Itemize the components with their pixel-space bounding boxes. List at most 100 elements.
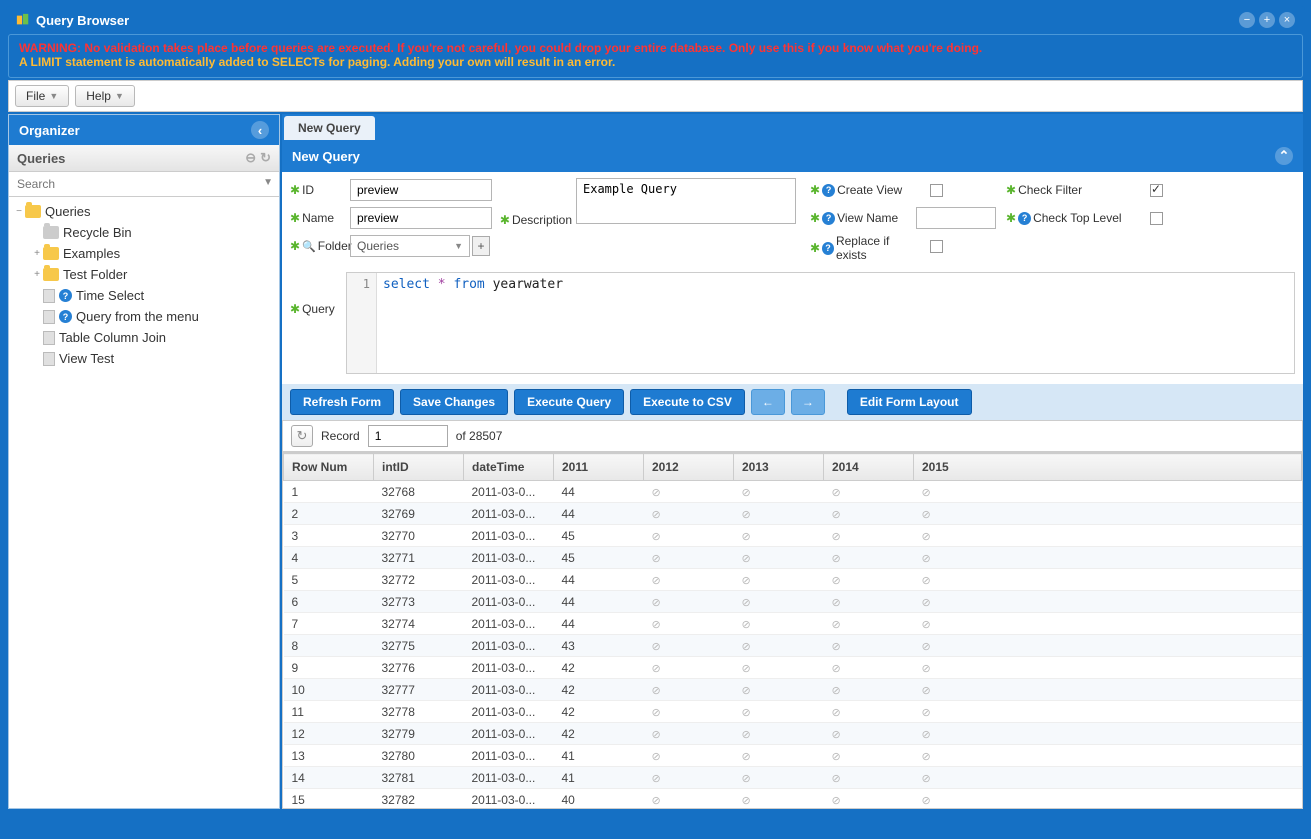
table-cell[interactable]: ⊘ xyxy=(734,613,824,635)
table-cell[interactable]: ⊘ xyxy=(824,591,914,613)
table-cell[interactable]: 44 xyxy=(554,503,644,525)
table-row[interactable]: 8327752011-03-0...43⊘⊘⊘⊘ xyxy=(284,635,1302,657)
col-2014[interactable]: 2014 xyxy=(824,454,914,481)
table-cell[interactable]: 45 xyxy=(554,525,644,547)
tree-test-folder[interactable]: + Test Folder xyxy=(9,264,279,285)
table-cell[interactable]: 32769 xyxy=(374,503,464,525)
record-input[interactable] xyxy=(368,425,448,447)
table-row[interactable]: 12327792011-03-0...42⊘⊘⊘⊘ xyxy=(284,723,1302,745)
col-2011[interactable]: 2011 xyxy=(554,454,644,481)
table-row[interactable]: 7327742011-03-0...44⊘⊘⊘⊘ xyxy=(284,613,1302,635)
table-cell[interactable]: 15 xyxy=(284,789,374,809)
table-cell[interactable]: ⊘ xyxy=(914,789,1302,809)
create-view-checkbox[interactable] xyxy=(930,184,943,197)
prev-button[interactable]: ← xyxy=(751,389,785,415)
table-cell[interactable]: ⊘ xyxy=(824,745,914,767)
table-cell[interactable]: ⊘ xyxy=(734,789,824,809)
table-cell[interactable]: 2011-03-0... xyxy=(464,701,554,723)
table-cell[interactable]: ⊘ xyxy=(914,569,1302,591)
table-cell[interactable]: ⊘ xyxy=(644,789,734,809)
table-cell[interactable]: ⊘ xyxy=(914,723,1302,745)
table-cell[interactable]: 32773 xyxy=(374,591,464,613)
table-cell[interactable]: 32780 xyxy=(374,745,464,767)
table-cell[interactable]: 32776 xyxy=(374,657,464,679)
table-cell[interactable]: ⊘ xyxy=(914,613,1302,635)
table-cell[interactable]: 42 xyxy=(554,723,644,745)
expand-icon[interactable]: + xyxy=(31,269,43,280)
table-cell[interactable]: ⊘ xyxy=(824,679,914,701)
table-cell[interactable]: ⊘ xyxy=(914,635,1302,657)
minimize-button[interactable]: − xyxy=(1239,12,1255,28)
table-cell[interactable]: 2 xyxy=(284,503,374,525)
table-cell[interactable]: 2011-03-0... xyxy=(464,635,554,657)
search-dropdown-icon[interactable]: ▼ xyxy=(257,172,279,196)
table-row[interactable]: 10327772011-03-0...42⊘⊘⊘⊘ xyxy=(284,679,1302,701)
table-cell[interactable]: ⊘ xyxy=(914,591,1302,613)
table-cell[interactable]: 14 xyxy=(284,767,374,789)
table-cell[interactable]: 2011-03-0... xyxy=(464,745,554,767)
table-cell[interactable]: ⊘ xyxy=(824,481,914,503)
table-cell[interactable]: ⊘ xyxy=(644,591,734,613)
table-cell[interactable]: 43 xyxy=(554,635,644,657)
table-row[interactable]: 1327682011-03-0...44⊘⊘⊘⊘ xyxy=(284,481,1302,503)
table-cell[interactable]: 32781 xyxy=(374,767,464,789)
refresh-form-button[interactable]: Refresh Form xyxy=(290,389,394,415)
table-cell[interactable]: 3 xyxy=(284,525,374,547)
table-cell[interactable]: 44 xyxy=(554,569,644,591)
help-icon[interactable]: ? xyxy=(1018,212,1031,225)
table-cell[interactable]: 2011-03-0... xyxy=(464,591,554,613)
table-cell[interactable]: ⊘ xyxy=(824,635,914,657)
next-button[interactable]: → xyxy=(791,389,825,415)
table-cell[interactable]: ⊘ xyxy=(644,481,734,503)
table-cell[interactable]: 9 xyxy=(284,657,374,679)
save-changes-button[interactable]: Save Changes xyxy=(400,389,508,415)
table-cell[interactable]: 13 xyxy=(284,745,374,767)
name-input[interactable] xyxy=(350,207,492,229)
table-row[interactable]: 3327702011-03-0...45⊘⊘⊘⊘ xyxy=(284,525,1302,547)
table-cell[interactable]: 10 xyxy=(284,679,374,701)
table-cell[interactable]: ⊘ xyxy=(824,547,914,569)
tree-time-select[interactable]: ? Time Select xyxy=(9,285,279,306)
code-editor[interactable]: 1 select * from yearwater xyxy=(346,272,1295,374)
col-intid[interactable]: intID xyxy=(374,454,464,481)
tree-root-queries[interactable]: − Queries xyxy=(9,201,279,222)
table-cell[interactable]: ⊘ xyxy=(824,613,914,635)
table-cell[interactable]: ⊘ xyxy=(824,723,914,745)
table-row[interactable]: 4327712011-03-0...45⊘⊘⊘⊘ xyxy=(284,547,1302,569)
table-cell[interactable]: ⊘ xyxy=(734,591,824,613)
table-cell[interactable]: 2011-03-0... xyxy=(464,657,554,679)
table-cell[interactable]: ⊘ xyxy=(734,525,824,547)
table-row[interactable]: 9327762011-03-0...42⊘⊘⊘⊘ xyxy=(284,657,1302,679)
table-cell[interactable]: ⊘ xyxy=(644,679,734,701)
table-cell[interactable]: 41 xyxy=(554,767,644,789)
table-cell[interactable]: ⊘ xyxy=(644,767,734,789)
table-cell[interactable]: 5 xyxy=(284,569,374,591)
tree-view-test[interactable]: View Test xyxy=(9,348,279,369)
table-cell[interactable]: ⊘ xyxy=(644,503,734,525)
table-cell[interactable]: 8 xyxy=(284,635,374,657)
collapse-icon[interactable]: − xyxy=(13,206,25,217)
help-menu[interactable]: Help▼ xyxy=(75,85,135,107)
collapse-section-button[interactable]: ⌃ xyxy=(1275,147,1293,165)
table-cell[interactable]: 41 xyxy=(554,745,644,767)
col-2012[interactable]: 2012 xyxy=(644,454,734,481)
table-cell[interactable]: 4 xyxy=(284,547,374,569)
table-cell[interactable]: 45 xyxy=(554,547,644,569)
tree-examples[interactable]: + Examples xyxy=(9,243,279,264)
table-cell[interactable]: ⊘ xyxy=(914,679,1302,701)
check-filter-checkbox[interactable] xyxy=(1150,184,1163,197)
table-cell[interactable]: ⊘ xyxy=(734,679,824,701)
table-cell[interactable]: ⊘ xyxy=(824,701,914,723)
execute-query-button[interactable]: Execute Query xyxy=(514,389,624,415)
table-cell[interactable]: ⊘ xyxy=(914,767,1302,789)
table-row[interactable]: 15327822011-03-0...40⊘⊘⊘⊘ xyxy=(284,789,1302,809)
table-cell[interactable]: ⊘ xyxy=(644,525,734,547)
replace-checkbox[interactable] xyxy=(930,240,943,253)
table-cell[interactable]: ⊘ xyxy=(644,613,734,635)
table-cell[interactable]: ⊘ xyxy=(914,657,1302,679)
table-cell[interactable]: 32778 xyxy=(374,701,464,723)
folder-select[interactable]: Queries▼ xyxy=(350,235,470,257)
table-cell[interactable]: ⊘ xyxy=(914,745,1302,767)
table-cell[interactable]: 32770 xyxy=(374,525,464,547)
file-menu[interactable]: File▼ xyxy=(15,85,69,107)
